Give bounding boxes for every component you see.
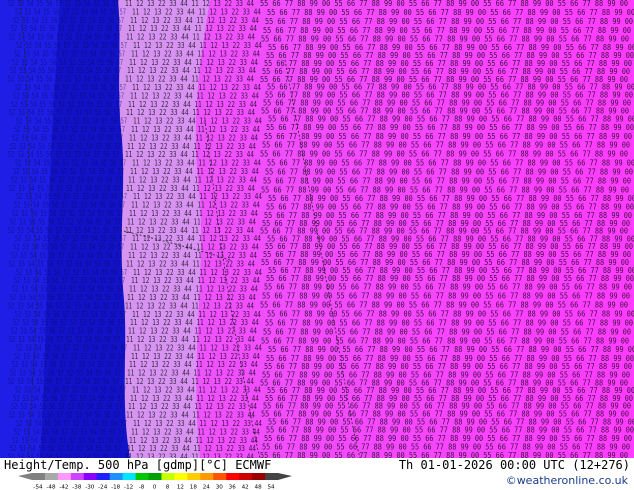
contour-label-row: 55 66 77 88 99 00 55 66 77 88 99 00 55 6… [262, 141, 630, 150]
legend-swatch [122, 473, 137, 480]
contour-label-row: 55 66 77 88 99 00 55 66 77 88 99 00 55 6… [265, 168, 633, 177]
legend-tick-label: -38 [72, 485, 82, 490]
contour-label-row: 55 66 77 88 99 00 55 66 77 88 99 00 55 6… [267, 8, 634, 17]
legend-swatch [96, 473, 111, 480]
legend-swatch [70, 473, 85, 480]
legend-arrow-left [18, 473, 32, 480]
map-title: Height/Temp. 500 hPa [gdmp][°C] ECMWF [4, 458, 272, 472]
legend-swatch [226, 473, 240, 480]
legend-tick-label: 54 [267, 485, 275, 490]
legend-tick-label: 12 [177, 485, 184, 490]
legend-tick-label: -18 [111, 485, 121, 490]
legend-swatch [200, 473, 214, 480]
map-footer: Height/Temp. 500 hPa [gdmp][°C] ECMWF Th… [0, 458, 634, 490]
legend-tick-label: 48 [255, 485, 263, 490]
legend-swatch [265, 473, 279, 480]
contour-label-row: 55 66 77 88 99 00 55 66 77 88 99 00 55 6… [260, 451, 628, 458]
contour-label-row: 55 66 77 88 99 00 55 66 77 88 99 00 55 6… [263, 327, 631, 336]
contour-label-row: 55 66 77 88 99 00 55 66 77 88 99 00 55 6… [262, 442, 630, 451]
contour-label-row: 55 66 77 88 99 00 55 66 77 88 99 00 55 6… [260, 300, 628, 309]
contour-label-row: 55 66 77 88 99 00 55 66 77 88 99 00 55 6… [267, 159, 634, 168]
legend-swatch [109, 473, 124, 480]
legend-swatch [213, 473, 227, 480]
legend-tick-label: 24 [203, 485, 211, 490]
legend-swatch [44, 473, 59, 480]
legend-swatch [187, 473, 201, 480]
color-scale-legend: -54 -48 -42 -38 -30 -24 -18 -12 -8 0 8 12 18 24 30 36 42… [18, 473, 294, 490]
legend-swatch [161, 473, 175, 480]
credit-link[interactable]: ©weatheronline.co.uk [506, 474, 628, 487]
contour-label-row: 55 66 77 88 99 00 55 66 77 88 99 00 55 6… [267, 309, 634, 318]
legend-swatch [57, 473, 72, 480]
legend-tick-label: -42 [59, 485, 68, 490]
legend-swatch [239, 473, 253, 480]
weather-map: 52 53 54 55 56 57 52 53 54 55 56 57 11 12… [0, 0, 634, 458]
contour-label-row: 55 66 77 88 99 00 55 66 77 88 99 00 55 6… [261, 336, 629, 345]
legend-tick-label: 36 [229, 485, 237, 490]
legend-arrow-right [278, 473, 292, 480]
legend-tick-label: 18 [190, 485, 198, 490]
legend-swatch [83, 473, 98, 480]
legend-swatch [174, 473, 188, 480]
contour-label-row: 55 66 77 88 99 00 55 66 77 88 99 00 55 6… [260, 150, 628, 159]
contour-label-layer: 52 53 54 55 56 57 52 53 54 55 56 57 11 12… [8, 0, 634, 458]
legend-swatch [135, 473, 150, 480]
legend-swatch [148, 473, 162, 480]
legend-tick-label: 42 [242, 485, 249, 490]
legend-tick-label: -24 [98, 485, 108, 490]
valid-time: Th 01-01-2026 00:00 UTC (12+276) [398, 458, 630, 472]
legend-tick-label: 30 [216, 485, 224, 490]
legend-swatch [252, 473, 266, 480]
contour-label-row: 55 66 77 88 99 00 55 66 77 88 99 00 55 6… [262, 291, 630, 300]
contour-label-row: 55 66 77 88 99 00 55 66 77 88 99 00 55 6… [265, 17, 633, 26]
contour-label-row: 55 66 77 88 99 00 55 66 77 88 99 00 55 6… [263, 26, 631, 35]
legend-tick-label: -30 [85, 485, 95, 490]
contour-label-row: 55 66 77 88 99 00 55 66 77 88 99 00 55 6… [265, 318, 633, 327]
contour-label-row: 55 66 77 88 99 00 55 66 77 88 99 00 55 6… [266, 123, 634, 132]
legend-tick-label: 8 [166, 485, 170, 490]
legend-tick-label: 0 [153, 485, 157, 490]
legend-tick-label: -12 [124, 485, 133, 490]
contour-label-row: 55 66 77 88 99 00 55 66 77 88 99 00 55 6… [263, 177, 631, 186]
contour-label-row: 55 66 77 88 99 00 55 66 77 88 99 00 55 6… [264, 132, 632, 141]
contour-label-row: 55 66 77 88 99 00 55 66 77 88 99 00 55 6… [260, 0, 628, 8]
legend-tick-label: -48 [46, 485, 56, 490]
legend-swatch [32, 473, 46, 480]
legend-tick-label: -8 [139, 485, 145, 490]
contour-label-row: 55 66 77 88 99 00 55 66 77 88 99 00 55 6… [264, 283, 632, 292]
legend-tick-label: -54 [33, 485, 43, 490]
